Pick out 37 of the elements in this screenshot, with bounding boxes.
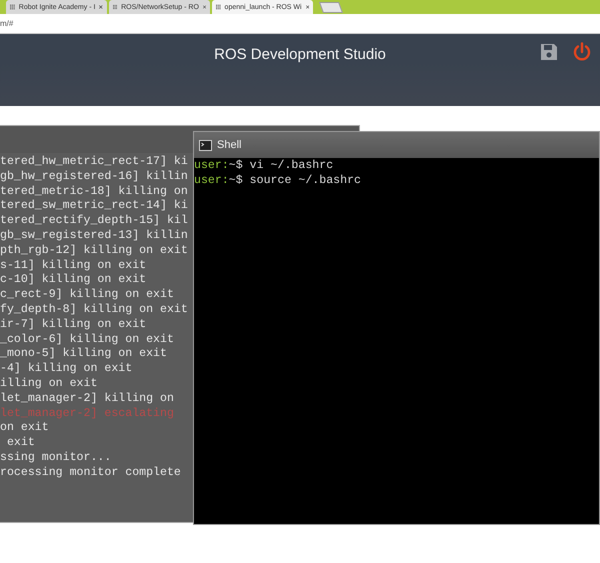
save-icon[interactable] [540, 43, 558, 61]
log-line: gb_sw_registered-13] killin [0, 228, 188, 244]
close-icon[interactable] [202, 4, 206, 10]
log-line: let_manager-2] killing on [0, 392, 174, 407]
log-line: pth_rgb-12] killing on exit [0, 244, 188, 259]
log-line: _mono-5] killing on exit [0, 347, 167, 362]
log-line: exit [6, 436, 35, 451]
log-line: gb_hw_registered-16] killin [0, 170, 188, 185]
close-icon[interactable] [306, 4, 309, 10]
grid-icon [216, 3, 221, 11]
log-line: c-10] killing on exit [0, 273, 146, 288]
grid-icon [113, 3, 118, 11]
prompt-text: user: [194, 174, 229, 188]
log-line: tered_sw_metric_rect-14] ki [0, 199, 188, 214]
log-line: let_manager-2] escalating [0, 406, 174, 422]
grid-icon [10, 3, 15, 11]
shell-title: Shell [217, 139, 242, 151]
prompt-text: user: [194, 159, 229, 174]
log-line: ssing monitor... [0, 450, 112, 466]
log-line: tered_metric-18] killing on [0, 184, 188, 200]
log-line: on exit [0, 421, 49, 436]
log-line: tered_hw_metric_rect-17] ki [0, 155, 188, 170]
log-line: c_rect-9] killing on exit [0, 288, 174, 303]
log-line: illing on exit [0, 376, 98, 392]
log-line: _color-6] killing on exit [0, 332, 174, 348]
log-line: tered_rectify_depth-15] kil [0, 214, 188, 229]
address-text: m/# [0, 19, 14, 28]
log-line: -4] killing on exit [0, 362, 132, 377]
app-title: ROS Development Studio [214, 45, 386, 65]
log-line: rocessing monitor complete [0, 466, 181, 481]
log-line: s-11] killing on exit [0, 258, 146, 274]
command-text: ~$ source ~/.bashrc [228, 174, 361, 188]
command-text: ~$ vi ~/.bashrc [228, 159, 334, 174]
log-line: fy_depth-8] killing on exit [0, 302, 188, 318]
close-icon[interactable] [99, 4, 103, 10]
log-line: ir-7] killing on exit [0, 318, 146, 333]
terminal-icon [199, 140, 212, 150]
